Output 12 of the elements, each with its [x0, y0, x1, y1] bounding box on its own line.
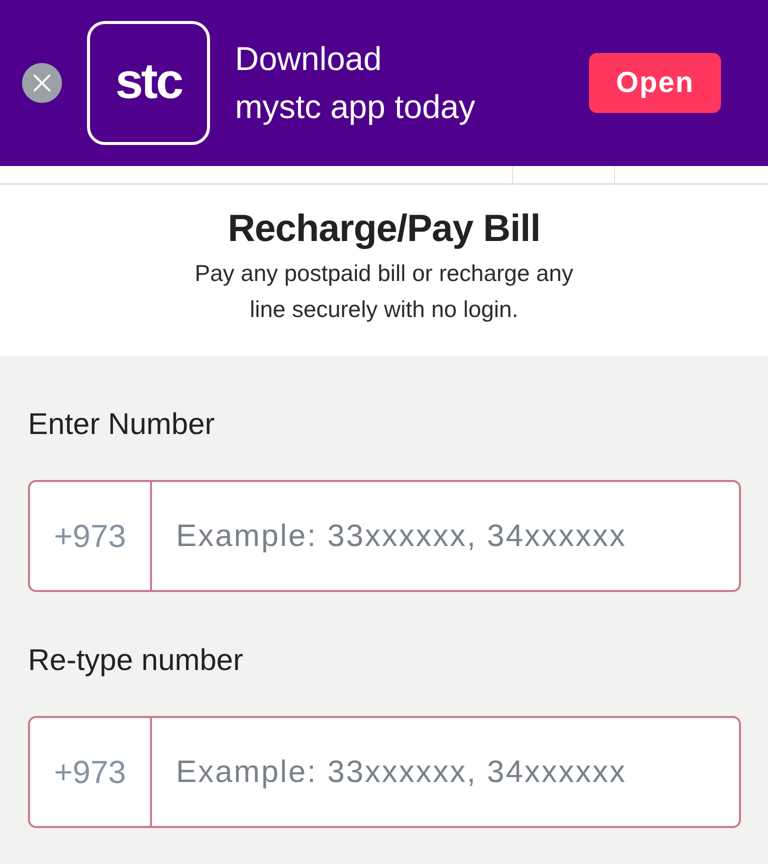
field-label: Enter Number — [28, 408, 215, 442]
phone-number-input[interactable]: Example: 33xxxxxx, 34xxxxxx — [152, 716, 741, 828]
page-subtitle: Pay any postpaid bill or recharge any line securely with no login. — [194, 259, 574, 324]
country-code-prefix: +973 — [28, 716, 152, 828]
page-title: Recharge/Pay Bill — [228, 207, 540, 251]
banner-text: Download mystc app today — [235, 39, 476, 127]
close-icon[interactable] — [22, 63, 62, 103]
phone-number-input[interactable]: Example: 33xxxxxx, 34xxxxxx — [152, 480, 741, 592]
app-logo: stc — [87, 21, 210, 145]
open-button[interactable]: Open — [589, 53, 721, 113]
country-code-prefix: +973 — [28, 480, 152, 592]
field-label: Re-type number — [28, 644, 244, 678]
